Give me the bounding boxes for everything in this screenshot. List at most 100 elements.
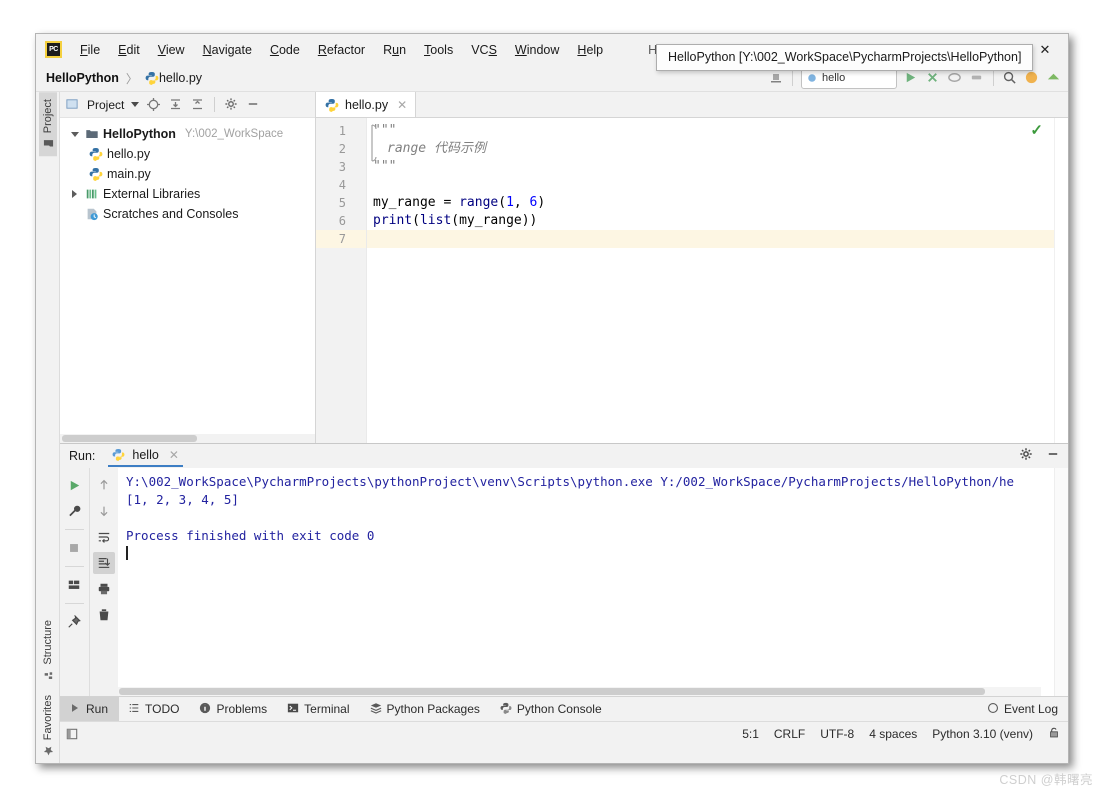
chevron-down-icon[interactable]	[131, 102, 140, 107]
rerun-button[interactable]	[63, 474, 85, 496]
caret-position[interactable]: 5:1	[742, 727, 759, 741]
pycharm-logo-text: PC	[49, 46, 58, 53]
left-stripe-bottom: Structure Favorites	[39, 613, 57, 763]
tool-window-run[interactable]: Run	[60, 697, 120, 721]
tree-node-label: Scratches and Consoles	[103, 207, 239, 221]
tool-window-python-console[interactable]: Python Console	[491, 697, 613, 721]
search-icon[interactable]	[1002, 70, 1018, 86]
tree-node-hellopython[interactable]: HelloPython Y:\002_WorkSpace	[60, 124, 315, 144]
line-separator[interactable]: CRLF	[774, 727, 805, 741]
file-encoding[interactable]: UTF-8	[820, 727, 854, 741]
run-panel-header-actions	[1019, 444, 1060, 468]
print-button[interactable]	[93, 578, 115, 600]
breadcrumb-file[interactable]: hello.py	[159, 71, 202, 85]
editor-tab-bar: hello.py ✕	[316, 92, 1068, 118]
screenshot-root: PC File Edit View Navigate Code Refactor…	[0, 0, 1103, 794]
soft-wrap-button[interactable]	[93, 526, 115, 548]
menu-item-tools[interactable]: Tools	[415, 41, 462, 59]
minimize-icon[interactable]	[1046, 447, 1060, 466]
expand-all-icon[interactable]	[168, 97, 183, 112]
code-line: """	[367, 122, 1054, 140]
sidebar-item-favorites[interactable]: Favorites	[39, 688, 57, 763]
scrollbar-thumb[interactable]	[62, 435, 197, 442]
stop-button[interactable]	[63, 537, 85, 559]
event-log-button[interactable]: Event Log	[987, 702, 1058, 717]
packages-icon	[370, 702, 382, 717]
main-body: Project Structure Favorites Project Hell…	[36, 92, 1068, 763]
pin-tab-button[interactable]	[63, 611, 85, 633]
tree-node-external-libraries[interactable]: External Libraries	[60, 184, 315, 204]
console-vscrollbar[interactable]	[1054, 468, 1068, 696]
debug-icon[interactable]	[925, 70, 941, 86]
menu-item-help[interactable]: Help	[568, 41, 612, 59]
project-view-icon	[65, 97, 80, 112]
clear-all-button[interactable]	[93, 604, 115, 626]
up-button[interactable]	[93, 474, 115, 496]
down-button[interactable]	[93, 500, 115, 522]
lock-icon[interactable]	[1048, 726, 1060, 742]
locate-file-icon[interactable]	[146, 97, 161, 112]
profile-icon[interactable]	[969, 70, 985, 86]
hide-panel-icon[interactable]	[246, 97, 261, 112]
menu-item-edit[interactable]: Edit	[109, 41, 149, 59]
indent-setting[interactable]: 4 spaces	[869, 727, 917, 741]
gear-icon[interactable]	[224, 97, 239, 112]
menu-item-run[interactable]: Run	[374, 41, 415, 59]
run-icon[interactable]	[903, 70, 919, 86]
menu-item-window[interactable]: Window	[506, 41, 568, 59]
project-tree-hscrollbar[interactable]	[60, 434, 315, 443]
menu-item-refactor[interactable]: Refactor	[309, 41, 374, 59]
menu-item-code[interactable]: Code	[261, 41, 309, 59]
build-icon[interactable]	[768, 70, 784, 86]
menu-item-navigate[interactable]: Navigate	[194, 41, 261, 59]
close-icon[interactable]: ✕	[169, 448, 179, 462]
tool-window-terminal[interactable]: Terminal	[278, 697, 360, 721]
code-fold-marker-icon[interactable]	[367, 122, 381, 166]
run-tab-hello[interactable]: hello ✕	[108, 446, 183, 467]
sidebar-item-structure[interactable]: Structure	[39, 613, 57, 688]
code-token: (	[498, 195, 507, 210]
close-icon[interactable]: ✕	[397, 98, 407, 112]
toolbar-separator	[64, 529, 84, 530]
line-number: 2	[338, 142, 346, 156]
tool-window-todo[interactable]: TODO	[119, 697, 190, 721]
menu-item-vcs[interactable]: VCS	[462, 41, 506, 59]
code-content[interactable]: """ range 代码示例 """ my_range = range(1, 6…	[367, 118, 1054, 443]
code-token: list	[419, 213, 452, 228]
collapse-all-icon[interactable]	[190, 97, 205, 112]
twisty-down-icon[interactable]	[68, 131, 81, 137]
update-icon[interactable]	[1024, 70, 1040, 86]
edit-configuration-button[interactable]	[63, 500, 85, 522]
editor-vscrollbar[interactable]	[1054, 118, 1068, 443]
toggle-tool-windows-button[interactable]	[60, 728, 83, 740]
breadcrumb-project[interactable]: HelloPython	[46, 71, 119, 85]
bottom-tool-window-bar: Run TODO Problems Terminal Python Packag…	[60, 696, 1068, 721]
scrollbar-thumb[interactable]	[119, 688, 985, 695]
twisty-right-icon[interactable]	[68, 190, 81, 198]
tree-node-hello-py[interactable]: hello.py	[60, 144, 315, 164]
menu-item-view[interactable]: View	[149, 41, 194, 59]
gear-icon[interactable]	[1019, 447, 1033, 466]
menu-item-file[interactable]: File	[71, 41, 109, 59]
status-bar-right: 5:1 CRLF UTF-8 4 spaces Python 3.10 (ven…	[742, 726, 1060, 742]
editor-tab-hello-py[interactable]: hello.py ✕	[316, 92, 417, 117]
python-file-icon	[89, 147, 103, 161]
tree-node-main-py[interactable]: main.py	[60, 164, 315, 184]
tool-window-problems[interactable]: Problems	[190, 697, 278, 721]
coverage-icon[interactable]	[947, 70, 963, 86]
console-hscrollbar[interactable]	[118, 687, 1041, 696]
run-toolbar-right-column	[88, 468, 119, 696]
layout-button[interactable]	[63, 574, 85, 596]
tool-window-python-packages[interactable]: Python Packages	[361, 697, 491, 721]
editor-main: 1 2 3 4 5 6 7 """ range 代码示例 """ my_rang…	[316, 118, 1068, 443]
inspection-status-icon[interactable]: ✓	[1030, 121, 1043, 139]
tool-window-python-console-label: Python Console	[516, 702, 602, 716]
problems-icon	[199, 702, 211, 717]
editor-gutter[interactable]: 1 2 3 4 5 6 7	[316, 118, 367, 443]
python-interpreter[interactable]: Python 3.10 (venv)	[932, 727, 1033, 741]
tree-node-scratches-and-consoles[interactable]: Scratches and Consoles	[60, 204, 315, 224]
run-console-output[interactable]: Y:\002_WorkSpace\PycharmProjects\pythonP…	[118, 468, 1054, 696]
settings-sync-icon[interactable]	[1046, 70, 1062, 86]
scroll-to-end-button[interactable]	[92, 552, 115, 574]
sidebar-item-project[interactable]: Project	[38, 92, 57, 157]
